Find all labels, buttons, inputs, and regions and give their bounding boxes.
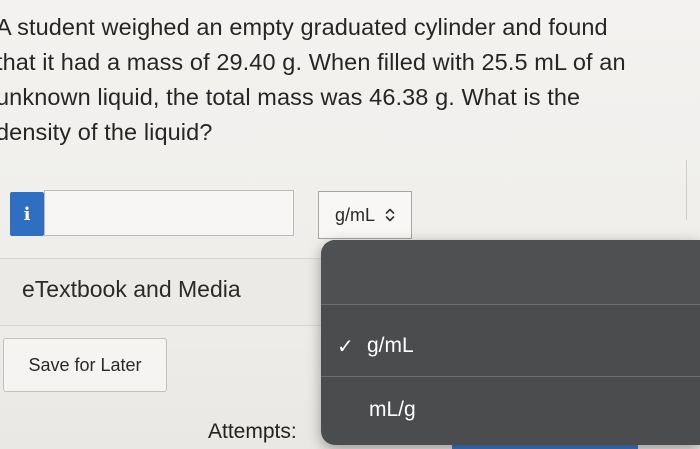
etextbook-media-link[interactable]: eTextbook and Media — [22, 276, 241, 303]
unit-select[interactable]: g/mL — [318, 191, 412, 239]
dropdown-menu-header — [321, 240, 700, 305]
info-icon-glyph: i — [23, 203, 31, 225]
answer-input[interactable] — [44, 190, 294, 236]
question-line: that it had a mass of 29.40 g. When fill… — [0, 49, 626, 75]
question-line: density of the liquid? — [0, 119, 213, 145]
info-icon[interactable]: i — [10, 192, 44, 236]
question-line: A student weighed an empty graduated cyl… — [0, 14, 608, 40]
menu-option-label: g/mL — [367, 334, 414, 357]
panel-edge-divider — [686, 160, 687, 220]
checkmark-icon: ✓ — [337, 335, 354, 358]
menu-option-ml-per-g[interactable]: mL/g — [321, 382, 700, 438]
menu-option-label: mL/g — [369, 398, 416, 421]
attempts-label: Attempts: — [208, 420, 297, 443]
unit-dropdown-menu: ✓ g/mL mL/g — [321, 240, 700, 445]
question-text: A student weighed an empty graduated cyl… — [0, 10, 686, 150]
save-for-later-button[interactable]: Save for Later — [3, 338, 167, 392]
chevron-up-down-icon — [385, 207, 395, 223]
question-line: unknown liquid, the total mass was 46.38… — [0, 84, 581, 110]
unit-select-value: g/mL — [334, 204, 376, 225]
menu-option-g-per-ml[interactable]: ✓ g/mL — [321, 318, 700, 374]
menu-divider — [321, 376, 700, 377]
